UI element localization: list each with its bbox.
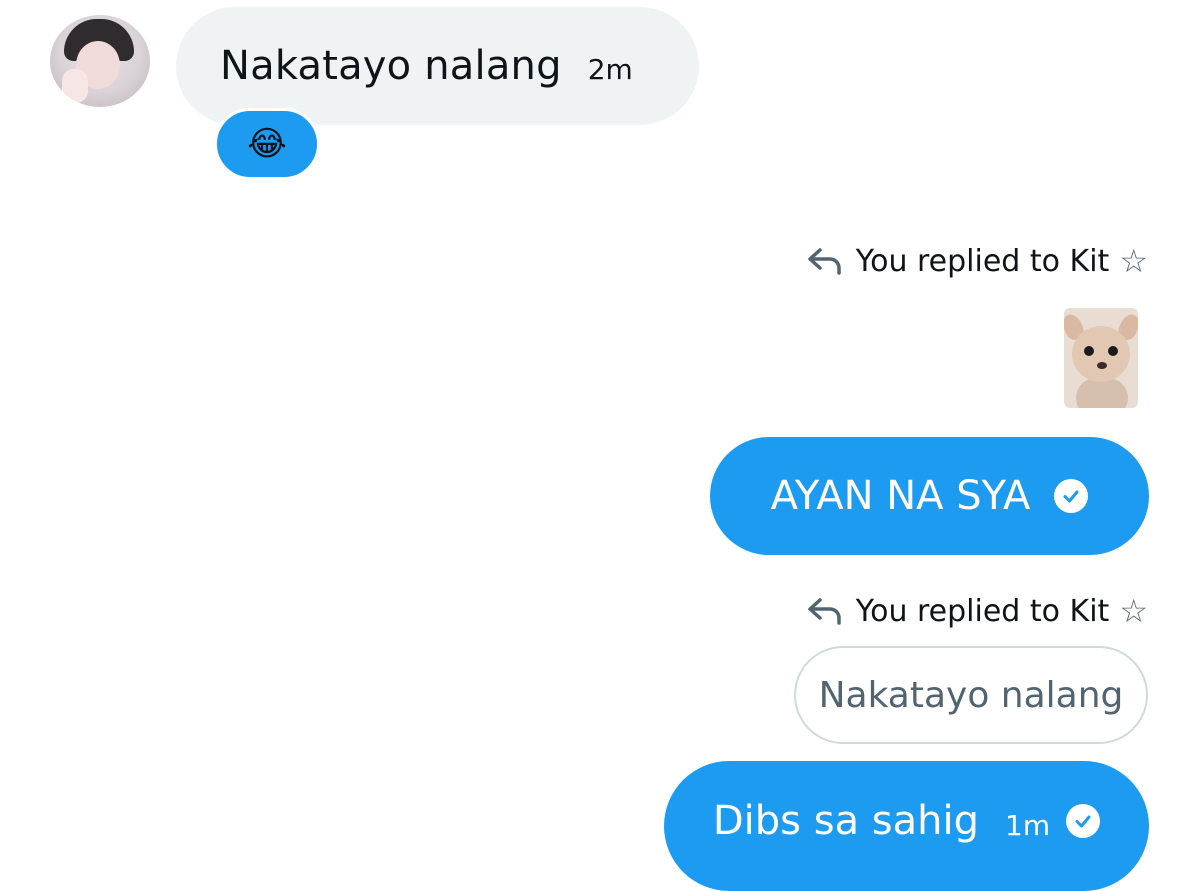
message-text: Nakatayo nalang xyxy=(220,43,562,89)
reply-label-text: You replied to Kit xyxy=(855,243,1110,279)
quoted-text: Nakatayo nalang xyxy=(818,674,1124,716)
reply-arrow-icon xyxy=(808,598,841,625)
avatar[interactable] xyxy=(50,15,150,107)
message-text: AYAN NA SYA xyxy=(770,473,1031,519)
quoted-message[interactable]: Nakatayo nalang xyxy=(794,646,1148,744)
message-time: 2m xyxy=(587,52,633,86)
message-time: 1m xyxy=(1005,808,1051,842)
reply-arrow-icon xyxy=(808,248,841,275)
star-icon: ☆ xyxy=(1119,592,1148,630)
reply-context: You replied to Kit ☆ xyxy=(806,592,1148,630)
outgoing-message-bubble[interactable]: Dibs sa sahig 1m xyxy=(664,761,1149,891)
check-circle-icon xyxy=(1054,479,1089,513)
dog-photo-attachment[interactable] xyxy=(1064,308,1138,408)
message-text: Dibs sa sahig xyxy=(712,798,980,844)
star-icon: ☆ xyxy=(1119,242,1148,280)
check-circle-icon xyxy=(1066,804,1101,838)
reaction-badge[interactable]: 😂 xyxy=(214,108,320,180)
laughing-emoji-icon: 😂 xyxy=(247,124,287,164)
outgoing-message-bubble[interactable]: AYAN NA SYA xyxy=(710,437,1149,555)
reply-context: You replied to Kit ☆ xyxy=(806,242,1148,280)
reply-label-text: You replied to Kit xyxy=(855,593,1110,629)
